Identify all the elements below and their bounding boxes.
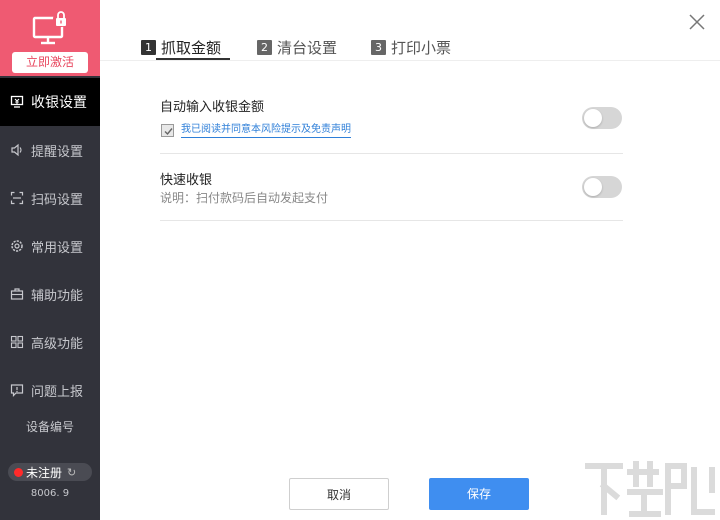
sidebar-item-report-issue[interactable]: 问题上报 — [0, 366, 100, 414]
activate-button[interactable]: 立即激活 — [12, 52, 88, 73]
close-icon — [685, 14, 709, 38]
sidebar-item-label: 收银设置 — [31, 95, 87, 111]
sidebar-item-label: 扫码设置 — [31, 192, 84, 208]
save-button[interactable]: 保存 — [429, 478, 529, 510]
tab-number: 2 — [257, 39, 272, 55]
sidebar-item-common-settings[interactable]: 常用设置 — [0, 222, 100, 270]
status-dot-icon — [14, 467, 23, 477]
row-divider — [160, 153, 623, 154]
sidebar-item-reminder-settings[interactable]: 提醒设置 — [0, 126, 100, 174]
tab-number: 1 — [141, 39, 156, 55]
tab-label: 打印小票 — [391, 38, 452, 57]
version-label: 8006. 9 — [30, 488, 70, 499]
agreement-checkbox[interactable] — [161, 124, 174, 137]
scan-icon — [10, 191, 24, 205]
auto-input-toggle[interactable] — [582, 107, 622, 129]
quick-pay-toggle[interactable] — [582, 176, 622, 198]
tab-label: 清台设置 — [277, 38, 338, 57]
cash-register-icon — [10, 95, 24, 109]
registration-status-text: 未注册 — [26, 465, 63, 480]
refresh-icon[interactable]: ↻ — [67, 466, 76, 479]
activation-panel: 立即激活 — [0, 0, 100, 76]
toolbox-icon — [10, 287, 24, 301]
sidebar-item-cashier-settings[interactable]: 收银设置 — [0, 78, 100, 126]
sidebar-item-label: 辅助功能 — [31, 288, 84, 304]
agreement-link[interactable]: 我已阅读并同意本风险提示及免责声明 — [181, 123, 351, 138]
tab-print-receipt[interactable]: 3 打印小票 — [371, 34, 451, 60]
row-divider — [160, 220, 623, 221]
registration-status[interactable]: 未注册 ↻ — [8, 463, 92, 481]
tab-label: 抓取金额 — [161, 38, 222, 57]
grid-icon — [10, 335, 24, 349]
tab-number: 3 — [371, 39, 386, 55]
sidebar-item-assist-functions[interactable]: 辅助功能 — [0, 270, 100, 318]
cancel-button[interactable]: 取消 — [289, 478, 389, 510]
auto-input-title: 自动输入收银金额 — [160, 100, 265, 115]
sidebar: 立即激活 收银设置 提醒设置 扫码设置 常用设置 辅助功能 高级功能 问题上报 … — [0, 0, 100, 520]
sidebar-item-label: 提醒设置 — [31, 144, 84, 160]
toggle-knob — [584, 178, 602, 196]
tab-capture-amount[interactable]: 1 抓取金额 — [141, 34, 221, 60]
tab-divider — [100, 60, 720, 61]
report-icon — [10, 383, 24, 397]
quick-pay-description: 说明：扫付款码后自动发起支付 — [160, 191, 329, 205]
quick-pay-title: 快速收银 — [160, 173, 213, 188]
toggle-knob — [584, 109, 602, 127]
sidebar-item-label: 问题上报 — [31, 384, 84, 400]
close-button[interactable] — [685, 10, 709, 34]
sidebar-item-advanced-functions[interactable]: 高级功能 — [0, 318, 100, 366]
gear-icon — [10, 239, 24, 253]
sidebar-item-scan-settings[interactable]: 扫码设置 — [0, 174, 100, 222]
agreement-row: 我已阅读并同意本风险提示及免责声明 — [161, 123, 351, 138]
sidebar-item-label: 高级功能 — [31, 336, 84, 352]
locked-monitor-icon — [32, 10, 72, 46]
tab-table-clear-settings[interactable]: 2 清台设置 — [257, 34, 337, 60]
checkmark-icon — [164, 128, 173, 136]
watermark-logo-icon — [585, 461, 715, 517]
device-id-label[interactable]: 设备编号 — [0, 418, 100, 435]
sidebar-item-label: 常用设置 — [31, 240, 84, 256]
speaker-icon — [10, 143, 24, 157]
